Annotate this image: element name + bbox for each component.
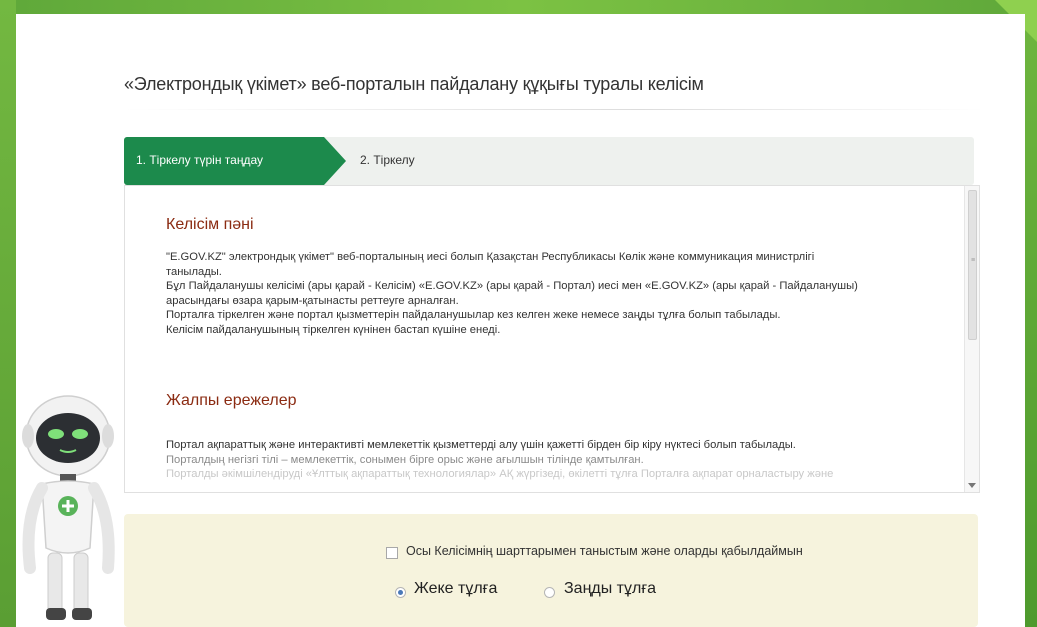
page-title: «Электрондық үкімет» веб-порталын пайдал… — [124, 74, 704, 94]
section-body-subject: "E.GOV.KZ" электрондық үкімет" веб-порта… — [166, 250, 956, 338]
step-label: 1. Тіркелу түрін таңдау — [136, 153, 264, 167]
scroll-down-arrow-icon[interactable] — [968, 483, 976, 488]
radio-individual-label[interactable]: Жеке тұлға — [414, 580, 497, 598]
radio-legal-entity[interactable] — [544, 587, 555, 598]
accept-terms-checkbox[interactable] — [386, 547, 398, 559]
frame-right-border — [995, 0, 1037, 627]
frame-left-border — [0, 0, 16, 627]
text-line: Порталдың негізгі тілі – мемлекеттік, со… — [166, 453, 644, 466]
accept-terms-label[interactable]: Осы Келісімнің шарттарымен таныстым және… — [406, 544, 803, 558]
agreement-text-box[interactable]: Келісім пәні "E.GOV.KZ" электрондық үкім… — [124, 185, 980, 493]
title-divider — [124, 109, 984, 110]
accept-panel: Осы Келісімнің шарттарымен таныстым және… — [124, 514, 978, 627]
frame-top-border — [0, 0, 1037, 14]
agreement-scrollbar[interactable]: ≡ — [964, 186, 979, 492]
text-line: Порталды әкімшілендіруді «Ұлттық ақпарат… — [166, 468, 834, 481]
registration-steps: 1. Тіркелу түрін таңдау 2. Тіркелу — [124, 137, 974, 185]
radio-individual[interactable] — [395, 587, 406, 598]
text-line: Порталға тіркелген және портал қызметтер… — [166, 309, 781, 322]
text-line: "E.GOV.KZ" электрондық үкімет" веб-порта… — [166, 251, 815, 263]
step-select-type[interactable]: 1. Тіркелу түрін таңдау — [124, 137, 346, 185]
grip-icon: ≡ — [971, 257, 976, 264]
text-line: танылады. — [166, 265, 222, 278]
text-line: Бұл Пайдаланушы келісімі (ары қарай - Ке… — [166, 280, 858, 293]
text-line: арасындағы өзара қарым-қатынасты реттеуг… — [166, 294, 459, 307]
section-title-general: Жалпы ережелер — [166, 392, 297, 409]
section-title-subject: Келісім пәні — [166, 216, 254, 233]
text-line: Келісім пайдаланушының тіркелген күнінен… — [166, 323, 501, 336]
section-body-general: Портал ақпараттық және интерактивті мемл… — [166, 438, 956, 482]
text-line: Портал ақпараттық және интерактивті мемл… — [166, 439, 796, 451]
step-register[interactable]: 2. Тіркелу — [360, 153, 415, 167]
scrollbar-thumb[interactable]: ≡ — [968, 190, 977, 340]
robot-mascot — [22, 395, 115, 620]
page-content: «Электрондық үкімет» веб-порталын пайдал… — [16, 14, 1025, 627]
radio-legal-entity-label[interactable]: Заңды тұлға — [564, 580, 656, 598]
